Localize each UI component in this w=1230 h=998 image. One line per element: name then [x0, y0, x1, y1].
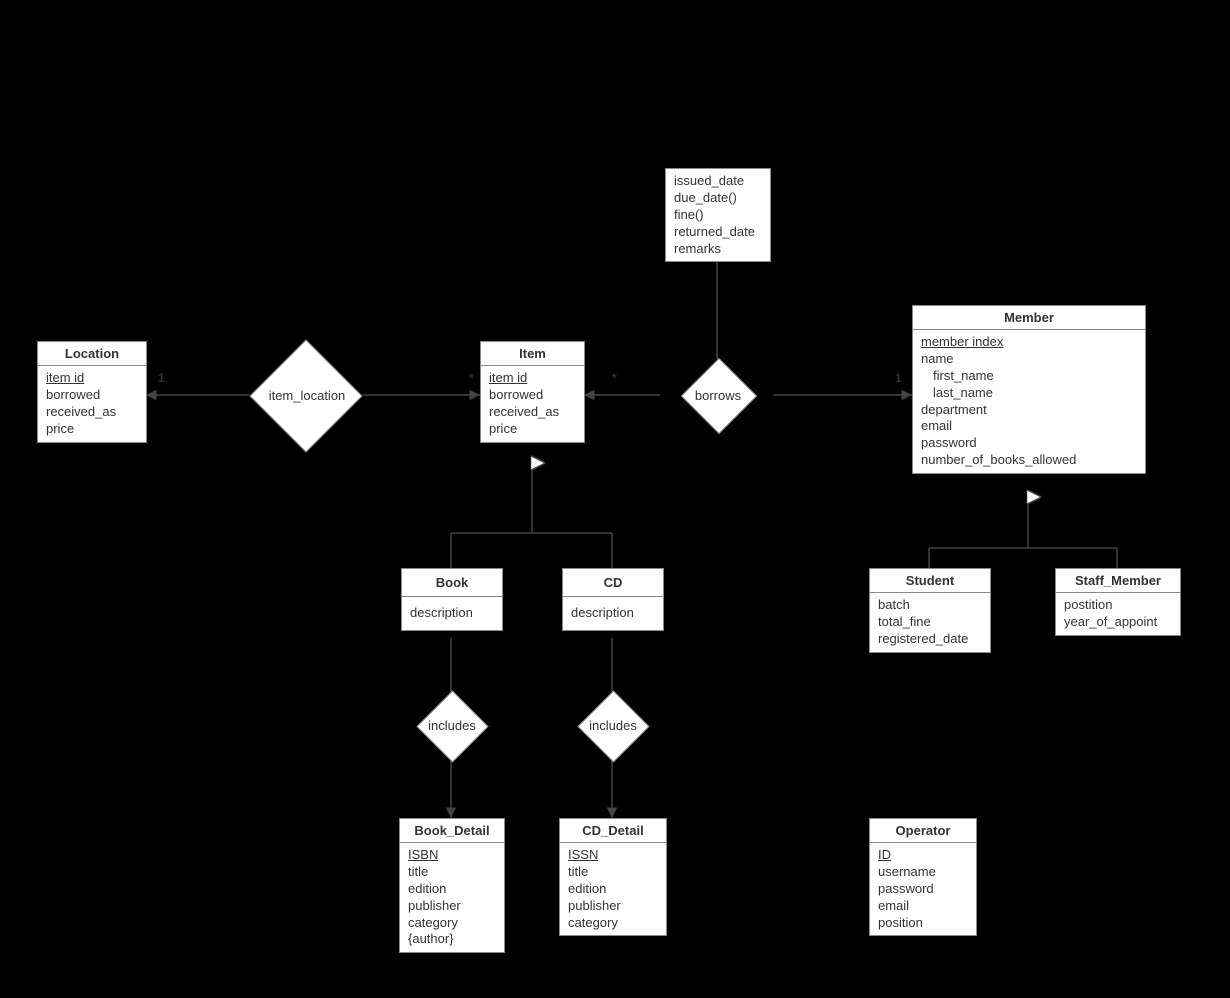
attr-bookdetail-title: title	[408, 864, 496, 881]
entity-member: Member member index name first_name last…	[912, 305, 1146, 474]
attr-member-index: member index	[921, 334, 1137, 351]
entity-operator-title: Operator	[870, 819, 976, 843]
entity-member-title: Member	[913, 306, 1145, 330]
entity-cd-title: CD	[563, 569, 663, 597]
entity-staffmember-attrs: postition year_of_appoint	[1056, 593, 1180, 635]
entity-bookdetail-title: Book_Detail	[400, 819, 504, 843]
borrows-attrs-list: issued_date due_date() fine() returned_d…	[666, 169, 770, 261]
attr-location-borrowed: borrowed	[46, 387, 138, 404]
entity-operator: Operator ID username password email posi…	[869, 818, 977, 936]
entity-bookdetail: Book_Detail ISBN title edition publisher…	[399, 818, 505, 953]
entity-location-title: Location	[38, 342, 146, 366]
attr-operator-id: ID	[878, 847, 968, 864]
attr-cddetail-publisher: publisher	[568, 898, 658, 915]
attr-book-description: description	[410, 605, 494, 622]
entity-location: Location item id borrowed received_as pr…	[37, 341, 147, 443]
attr-staff-position: postition	[1064, 597, 1172, 614]
attr-borrows-issueddate: issued_date	[674, 173, 762, 190]
attr-cd-description: description	[571, 605, 655, 622]
relationship-includes-cd-label: includes	[586, 718, 640, 733]
cardinality-member-1: 1	[895, 371, 902, 385]
entity-cddetail-attrs: ISSN title edition publisher category	[560, 843, 666, 935]
entity-item-title: Item	[481, 342, 584, 366]
attr-item-itemid: item id	[489, 370, 576, 387]
attr-location-itemid: item id	[46, 370, 138, 387]
entity-cddetail-title: CD_Detail	[560, 819, 666, 843]
attr-item-borrowed: borrowed	[489, 387, 576, 404]
attr-bookdetail-author: {author}	[408, 931, 496, 948]
attr-bookdetail-publisher: publisher	[408, 898, 496, 915]
cardinality-item-right-star: *	[612, 371, 617, 385]
attr-location-price: price	[46, 421, 138, 438]
attr-member-email: email	[921, 418, 1137, 435]
attr-bookdetail-isbn: ISBN	[408, 847, 496, 864]
relationship-includes-book-label: includes	[425, 718, 479, 733]
attr-student-batch: batch	[878, 597, 982, 614]
entity-cd: CD description	[562, 568, 664, 631]
cardinality-location-1: 1	[158, 371, 165, 385]
entity-operator-attrs: ID username password email position	[870, 843, 976, 935]
attr-cddetail-category: category	[568, 915, 658, 932]
attr-student-totalfine: total_fine	[878, 614, 982, 631]
entity-item: Item item id borrowed received_as price	[480, 341, 585, 443]
attr-item-price: price	[489, 421, 576, 438]
entity-staffmember-title: Staff_Member	[1056, 569, 1180, 593]
attr-member-name: name	[921, 351, 1137, 368]
attr-cddetail-title: title	[568, 864, 658, 881]
entity-cd-attrs: description	[563, 597, 663, 630]
attr-cddetail-edition: edition	[568, 881, 658, 898]
entity-location-attrs: item id borrowed received_as price	[38, 366, 146, 442]
cardinality-item-left-star: *	[469, 371, 474, 385]
relationship-itemlocation-label: item_location	[265, 388, 349, 403]
entity-cddetail: CD_Detail ISSN title edition publisher c…	[559, 818, 667, 936]
entity-bookdetail-attrs: ISBN title edition publisher category {a…	[400, 843, 504, 952]
attr-item-receivedas: received_as	[489, 404, 576, 421]
attr-member-firstname: first_name	[921, 368, 1137, 385]
entity-item-attrs: item id borrowed received_as price	[481, 366, 584, 442]
attr-member-lastname: last_name	[921, 385, 1137, 402]
entity-borrows-attrs: issued_date due_date() fine() returned_d…	[665, 168, 771, 262]
entity-staffmember: Staff_Member postition year_of_appoint	[1055, 568, 1181, 636]
attr-operator-password: password	[878, 881, 968, 898]
attr-member-department: department	[921, 402, 1137, 419]
entity-book-attrs: description	[402, 597, 502, 630]
attr-operator-email: email	[878, 898, 968, 915]
attr-operator-position: position	[878, 915, 968, 932]
attr-borrows-duedate: due_date()	[674, 190, 762, 207]
attr-student-regdate: registered_date	[878, 631, 982, 648]
attr-member-password: password	[921, 435, 1137, 452]
attr-bookdetail-edition: edition	[408, 881, 496, 898]
attr-location-receivedas: received_as	[46, 404, 138, 421]
attr-borrows-remarks: remarks	[674, 241, 762, 258]
attr-member-nobooks: number_of_books_allowed	[921, 452, 1137, 469]
attr-operator-username: username	[878, 864, 968, 881]
entity-book: Book description	[401, 568, 503, 631]
attr-bookdetail-category: category	[408, 915, 496, 932]
entity-student: Student batch total_fine registered_date	[869, 568, 991, 653]
attr-cddetail-issn: ISSN	[568, 847, 658, 864]
attr-borrows-fine: fine()	[674, 207, 762, 224]
attr-staff-yoa: year_of_appoint	[1064, 614, 1172, 631]
entity-member-attrs: member index name first_name last_name d…	[913, 330, 1145, 473]
attr-borrows-returneddate: returned_date	[674, 224, 762, 241]
relationship-borrows-label: borrows	[693, 388, 743, 403]
entity-student-attrs: batch total_fine registered_date	[870, 593, 990, 652]
entity-book-title: Book	[402, 569, 502, 597]
entity-student-title: Student	[870, 569, 990, 593]
